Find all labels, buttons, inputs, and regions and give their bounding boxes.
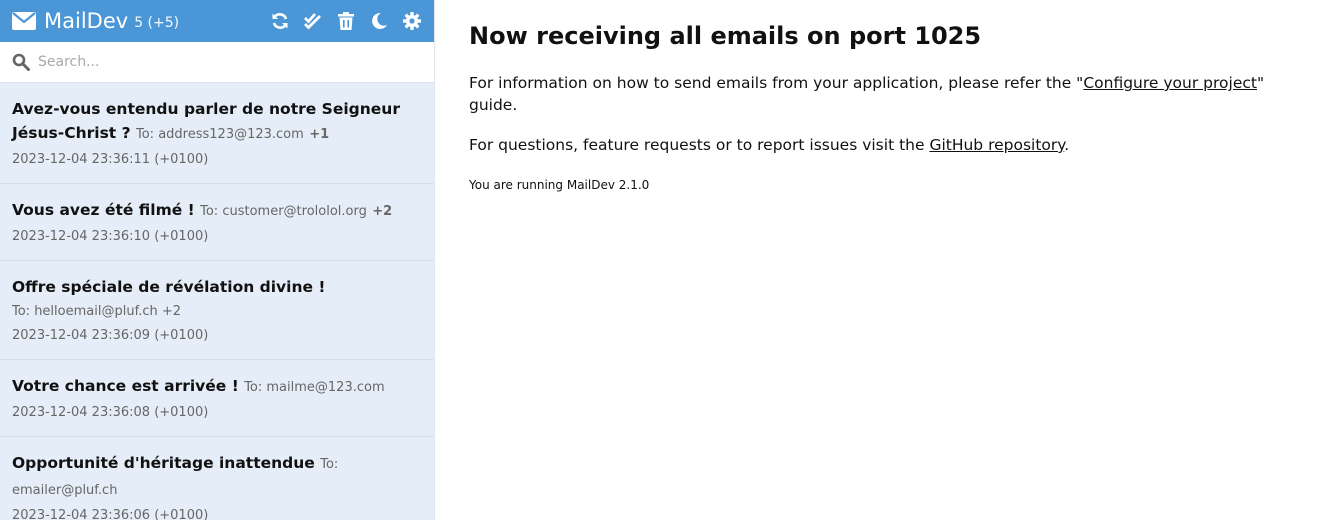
- configure-project-link[interactable]: Configure your project: [1083, 74, 1257, 92]
- email-subject: Vous avez été filmé !: [12, 201, 195, 219]
- info-paragraph: For information on how to send emails fr…: [469, 72, 1301, 116]
- email-subject: Votre chance est arrivée !: [12, 377, 239, 395]
- version-text: You are running MailDev 2.1.0: [469, 178, 650, 192]
- email-date: 2023-12-04 23:36:06 (+0100): [12, 508, 209, 520]
- email-item[interactable]: Votre chance est arrivée ! To: mailme@12…: [0, 360, 434, 437]
- email-item[interactable]: Opportunité d'héritage inattendue To: em…: [0, 437, 434, 520]
- email-item[interactable]: Avez-vous entendu parler de notre Seigne…: [0, 83, 434, 184]
- envelope-icon: [12, 12, 36, 30]
- email-list: Avez-vous entendu parler de notre Seigne…: [0, 83, 434, 520]
- email-recipient: To: address123@123.com: [136, 127, 304, 142]
- email-recipient-extra: +2: [161, 304, 182, 319]
- email-recipient: To: helloemail@pluf.ch: [12, 304, 158, 319]
- search-bar: [0, 42, 434, 83]
- questions-text: For questions, feature requests or to re…: [469, 136, 930, 154]
- search-icon: [12, 53, 30, 71]
- email-subject: Opportunité d'héritage inattendue: [12, 454, 315, 472]
- email-recipient: To: mailme@123.com: [244, 380, 385, 395]
- email-date: 2023-12-04 23:36:09 (+0100): [12, 328, 209, 343]
- page-title: Now receiving all emails on port 1025: [469, 22, 982, 50]
- email-item[interactable]: Vous avez été filmé ! To: customer@trolo…: [0, 184, 434, 261]
- github-repository-link[interactable]: GitHub repository: [929, 136, 1064, 154]
- sidebar: MailDev 5 (+5) Search... Avez-vous enten…: [0, 0, 435, 520]
- questions-suffix: .: [1064, 136, 1070, 154]
- email-count: 5 (+5): [134, 15, 180, 31]
- questions-paragraph: For questions, feature requests or to re…: [469, 134, 1301, 156]
- email-date: 2023-12-04 23:36:11 (+0100): [12, 152, 209, 167]
- search-input[interactable]: [38, 54, 418, 70]
- info-text: For information on how to send emails fr…: [469, 74, 1084, 92]
- dark-mode-icon[interactable]: [369, 11, 389, 31]
- email-recipient-extra: +2: [372, 204, 393, 219]
- email-subject: Offre spéciale de révélation divine !: [12, 278, 326, 296]
- topbar: MailDev 5 (+5): [0, 0, 434, 42]
- app-title: MailDev: [44, 9, 129, 33]
- email-recipient: To: customer@trololol.org: [200, 204, 367, 219]
- toolbar: [270, 11, 422, 31]
- refresh-icon[interactable]: [270, 11, 290, 31]
- trash-icon[interactable]: [336, 11, 356, 31]
- mark-all-read-icon[interactable]: [303, 11, 323, 31]
- brand: MailDev 5 (+5): [12, 9, 270, 33]
- email-item[interactable]: Offre spéciale de révélation divine ! To…: [0, 261, 434, 360]
- email-date: 2023-12-04 23:36:10 (+0100): [12, 229, 209, 244]
- settings-icon[interactable]: [402, 11, 422, 31]
- email-date: 2023-12-04 23:36:08 (+0100): [12, 405, 209, 420]
- main-panel: Now receiving all emails on port 1025 Fo…: [469, 22, 1301, 214]
- email-recipient-extra: +1: [309, 127, 330, 142]
